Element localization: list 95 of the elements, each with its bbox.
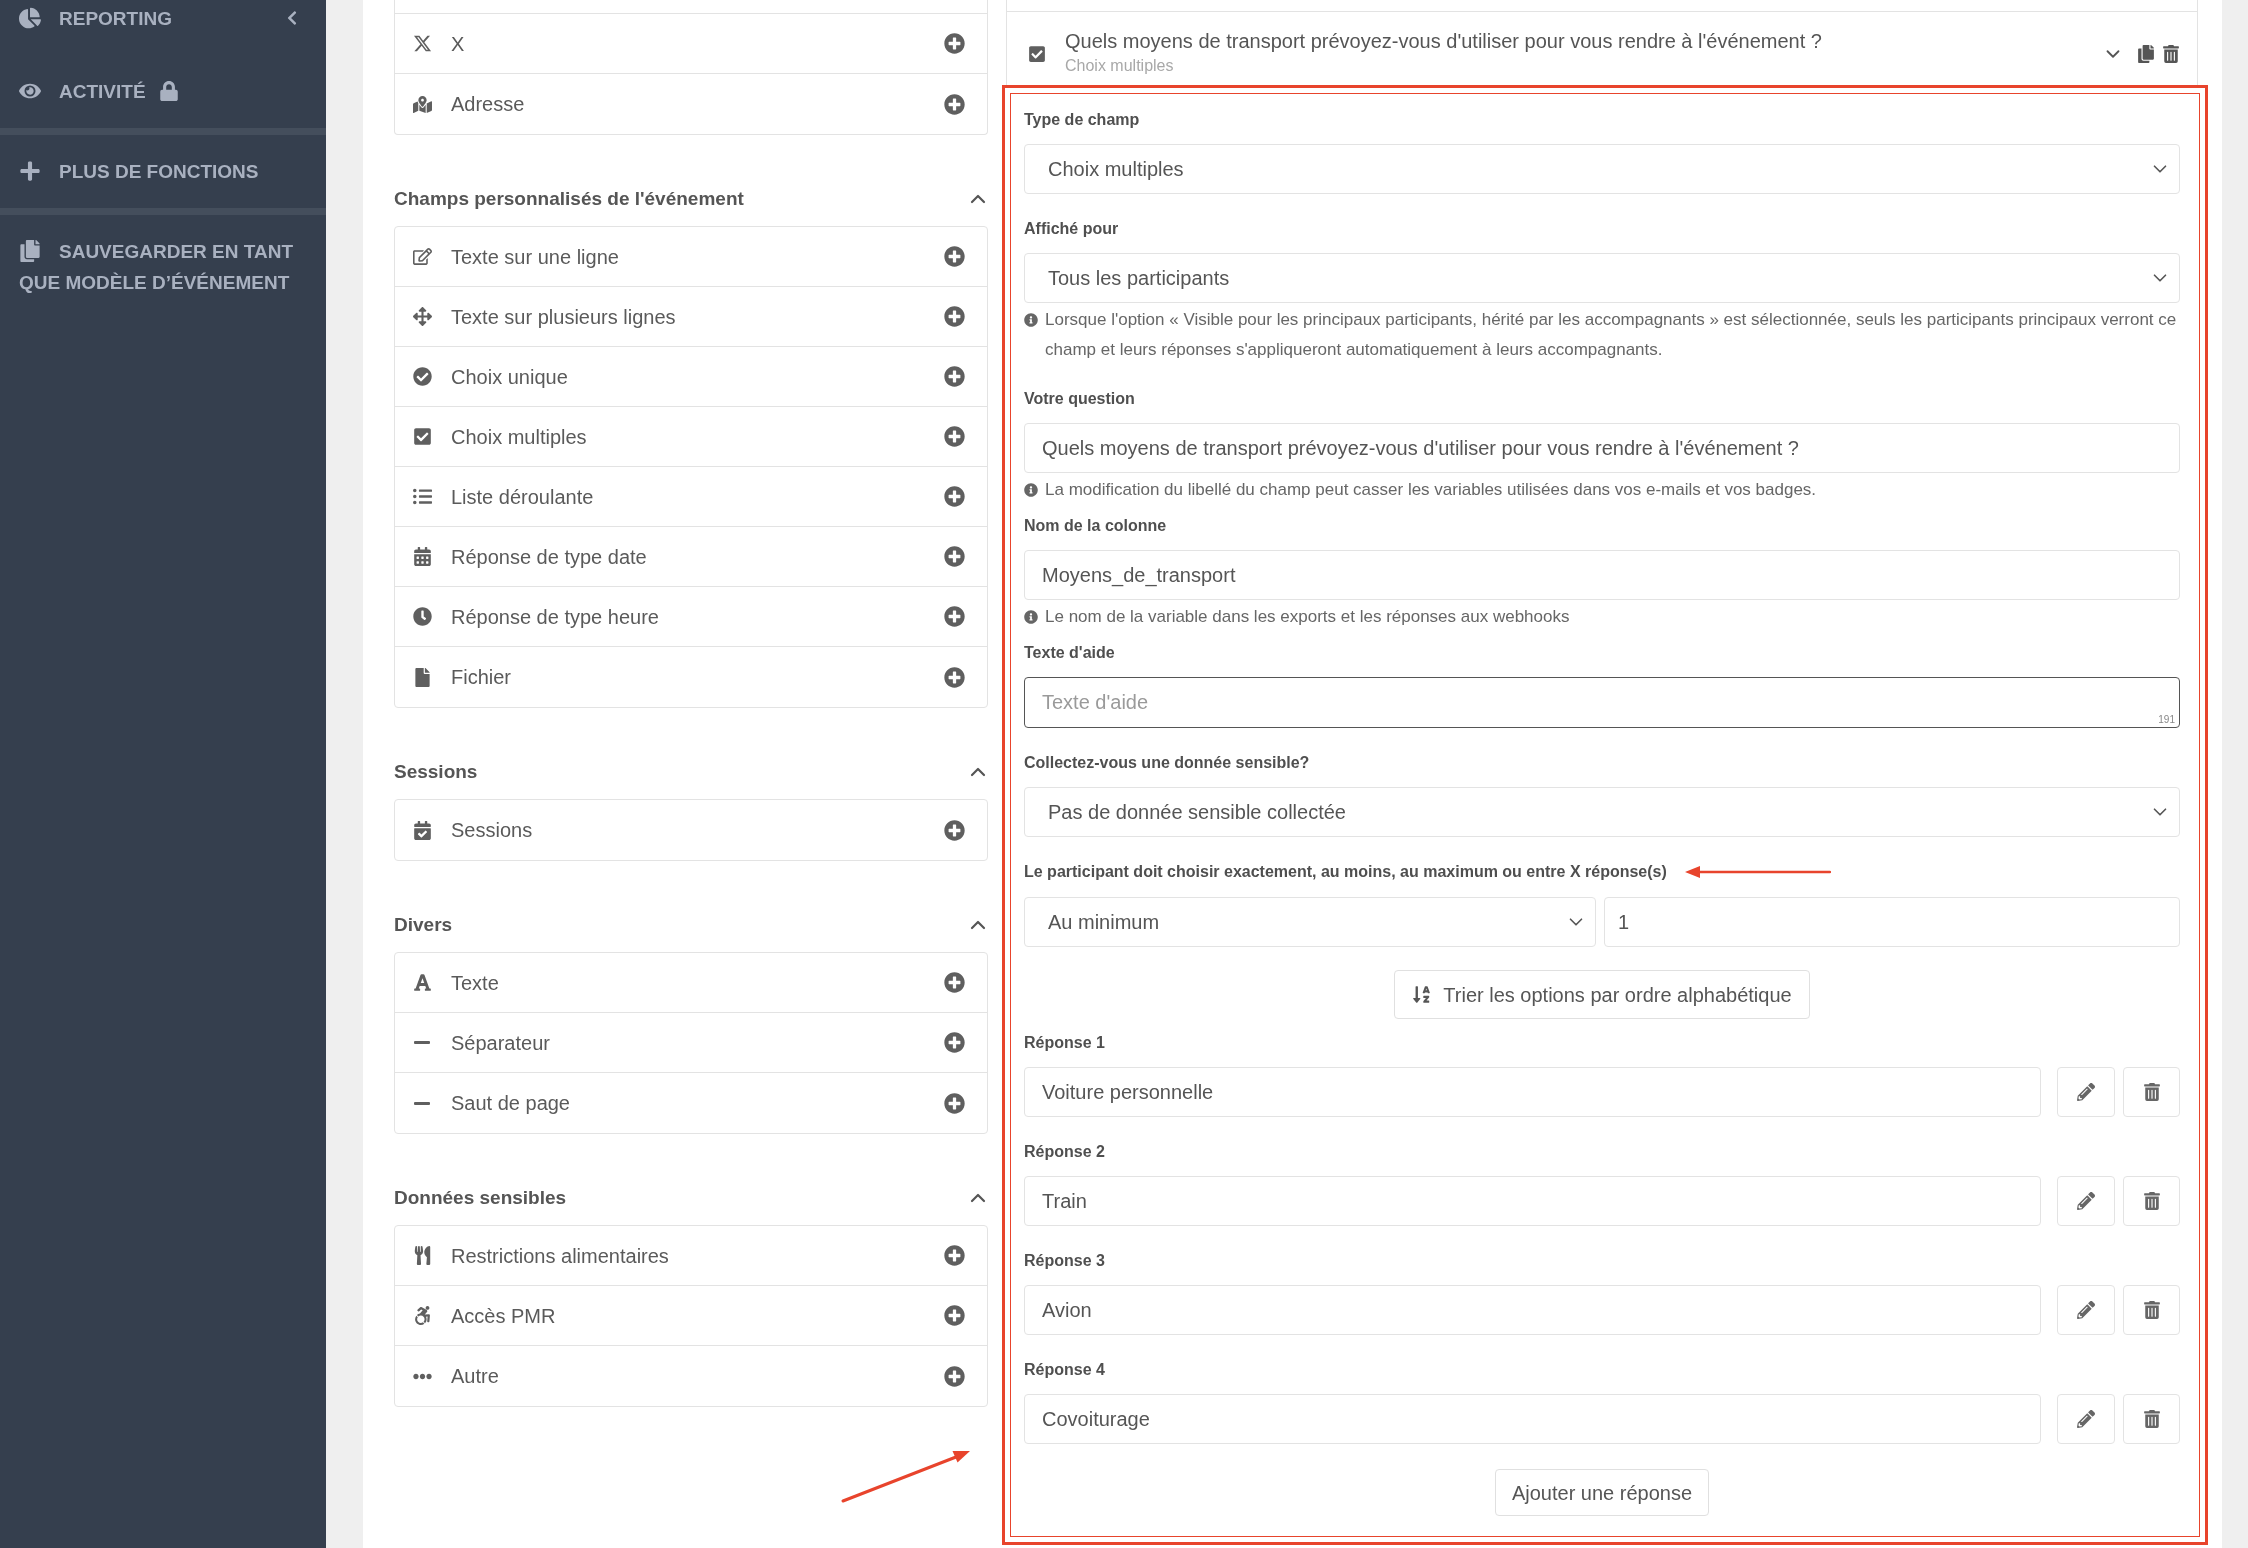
field-type-item[interactable]: Réponse de type heure [395, 587, 987, 647]
character-count: 191 [2158, 714, 2175, 726]
add-answer-button[interactable]: Ajouter une réponse [1494, 1469, 1710, 1516]
hint-text: La modification du libellé du champ peut casser les variables utilisées dans vos e-mails et vos badges. [1045, 479, 1817, 501]
move-arrows-icon [412, 307, 432, 326]
pencil-icon [2077, 1410, 2095, 1428]
field-label: Réponse 2 [1024, 1142, 1106, 1162]
field-label: Réponse 3 [1024, 1251, 1106, 1271]
minus-icon [414, 1101, 430, 1105]
utensils-icon [412, 1246, 432, 1265]
field-label: Le participant doit choisir exactement, au moins, au maximum ou entre X réponse(s) [1024, 862, 1667, 882]
field-type-item[interactable]: Choix unique [395, 347, 987, 407]
chevron-left-icon[interactable] [286, 10, 298, 26]
field-type-item[interactable]: Fichier [395, 647, 987, 707]
field-type-item[interactable]: Texte sur plusieurs lignes [395, 287, 987, 347]
pencil-icon [2077, 1083, 2095, 1101]
trash-icon [2143, 1083, 2160, 1101]
answer-field[interactable]: Avion [1024, 1285, 2041, 1335]
x-logo-icon [412, 34, 432, 53]
select-field[interactable]: Au minimum [1024, 897, 1596, 947]
field-label: Nom de la colonne [1024, 516, 1168, 536]
delete-button[interactable] [2123, 1067, 2180, 1117]
answer-field[interactable]: Voiture personnelle [1024, 1067, 2041, 1117]
section-heading: Champs personnalisés de l'événement [394, 186, 744, 211]
minus-icon [414, 1041, 430, 1044]
trash-icon [2143, 1301, 2160, 1319]
field-type-item[interactable]: Accès PMR [395, 1286, 987, 1346]
trash-icon [2143, 1410, 2160, 1428]
sort-alpha-icon [1412, 985, 1432, 1004]
edit-button[interactable] [2057, 1176, 2115, 1226]
field-type-item[interactable]: Sessions [395, 800, 987, 860]
info-icon [1024, 313, 1038, 327]
hint-text: Le nom de la variable dans les exports et les réponses aux webhooks [1045, 606, 1570, 628]
info-icon [1024, 483, 1038, 497]
map-marker-icon [412, 94, 432, 114]
field-type-item[interactable]: Restrictions alimentaires [395, 1226, 987, 1286]
field-label: Réponse 1 [1024, 1033, 1106, 1053]
copy-icon[interactable] [2138, 45, 2154, 63]
field-type-item[interactable]: Choix multiples [395, 407, 987, 467]
calendar-icon [412, 547, 432, 566]
pencil-icon [2077, 1192, 2095, 1210]
pencil-icon [2077, 1301, 2095, 1319]
field-label: Collectez-vous une donnée sensible? [1024, 753, 1311, 773]
edit-button[interactable] [2057, 1394, 2115, 1444]
edit-button[interactable] [2057, 1285, 2115, 1335]
info-icon [1024, 610, 1038, 624]
field-type-item[interactable]: X [395, 14, 987, 74]
wheelchair-icon [412, 1306, 432, 1325]
field-label: Affiché pour [1024, 219, 1120, 239]
delete-button[interactable] [2123, 1285, 2180, 1335]
field-type-item[interactable]: Réponse de type date [395, 527, 987, 587]
field-type-item[interactable]: Texte [395, 953, 987, 1013]
field-type-item[interactable]: Liste déroulante [395, 467, 987, 527]
calendar-check-icon [412, 820, 432, 840]
question-type: Choix multiples [1065, 56, 1174, 76]
sidebar-item[interactable]: REPORTING [0, 0, 326, 55]
sidebar-item[interactable]: ACTIVITÉ [0, 55, 326, 128]
select-field[interactable]: Tous les participants [1024, 253, 2180, 303]
sort-button[interactable]: Trier les options par ordre alphabétique [1394, 970, 1810, 1019]
pie-chart-icon [19, 7, 41, 29]
edit-icon [412, 247, 432, 266]
question-title: Quels moyens de transport prévoyez-vous d'utiliser pour vous rendre à l'événement ? [1065, 29, 1822, 53]
hint-text: Lorsque l'option « Visible pour les principaux participants, hérité par les accompagnants » est sélectionnée, seuls les participants principaux verront ce champ et leurs réponses s'appliqueront automatiquement à leurs accompagnants. [1045, 309, 2178, 361]
section-heading: Divers [394, 912, 453, 937]
delete-button[interactable] [2123, 1176, 2180, 1226]
field-label: Type de champ [1024, 110, 1141, 130]
section-heading: Sessions [394, 759, 478, 784]
letter-a-icon [412, 973, 432, 992]
delete-button[interactable] [2123, 1394, 2180, 1444]
list-icon [412, 487, 432, 506]
file-icon [412, 667, 432, 687]
select-field[interactable]: Choix multiples [1024, 144, 2180, 194]
plus-icon [19, 160, 41, 182]
answer-field[interactable]: Covoiturage [1024, 1394, 2041, 1444]
sidebar-item[interactable]: SAUVEGARDER EN TANT QUE MODÈLE D’ÉVÉNEMENT [0, 215, 326, 319]
select-field[interactable]: Pas de donnée sensible collectée [1024, 787, 2180, 837]
sidebar-item[interactable]: PLUS DE FONCTIONS [0, 135, 326, 208]
number-field[interactable]: 1 [1604, 897, 2180, 947]
trash-icon[interactable] [2163, 45, 2179, 63]
clock-icon [412, 607, 432, 626]
field-type-item[interactable]: Saut de page [395, 1073, 987, 1133]
copy-icon [19, 240, 41, 262]
field-type-item[interactable]: Adresse [395, 74, 987, 134]
field-type-item[interactable]: Séparateur [395, 1013, 987, 1073]
text-field[interactable]: Moyens_de_transport [1024, 550, 2180, 600]
section-heading: Données sensibles [394, 1185, 567, 1210]
field-type-item[interactable]: Texte sur une ligne [395, 227, 987, 287]
text-field[interactable]: Quels moyens de transport prévoyez-vous d'utiliser pour vous rendre à l'événement ? [1024, 423, 2180, 473]
field-type-item[interactable]: Autre [395, 1346, 987, 1406]
trash-icon [2143, 1192, 2160, 1210]
field-label: Réponse 4 [1024, 1360, 1106, 1380]
answer-field[interactable]: Train [1024, 1176, 2041, 1226]
edit-button[interactable] [2057, 1067, 2115, 1117]
field-label: Votre question [1024, 389, 1136, 409]
field-label: Texte d'aide [1024, 643, 1116, 663]
